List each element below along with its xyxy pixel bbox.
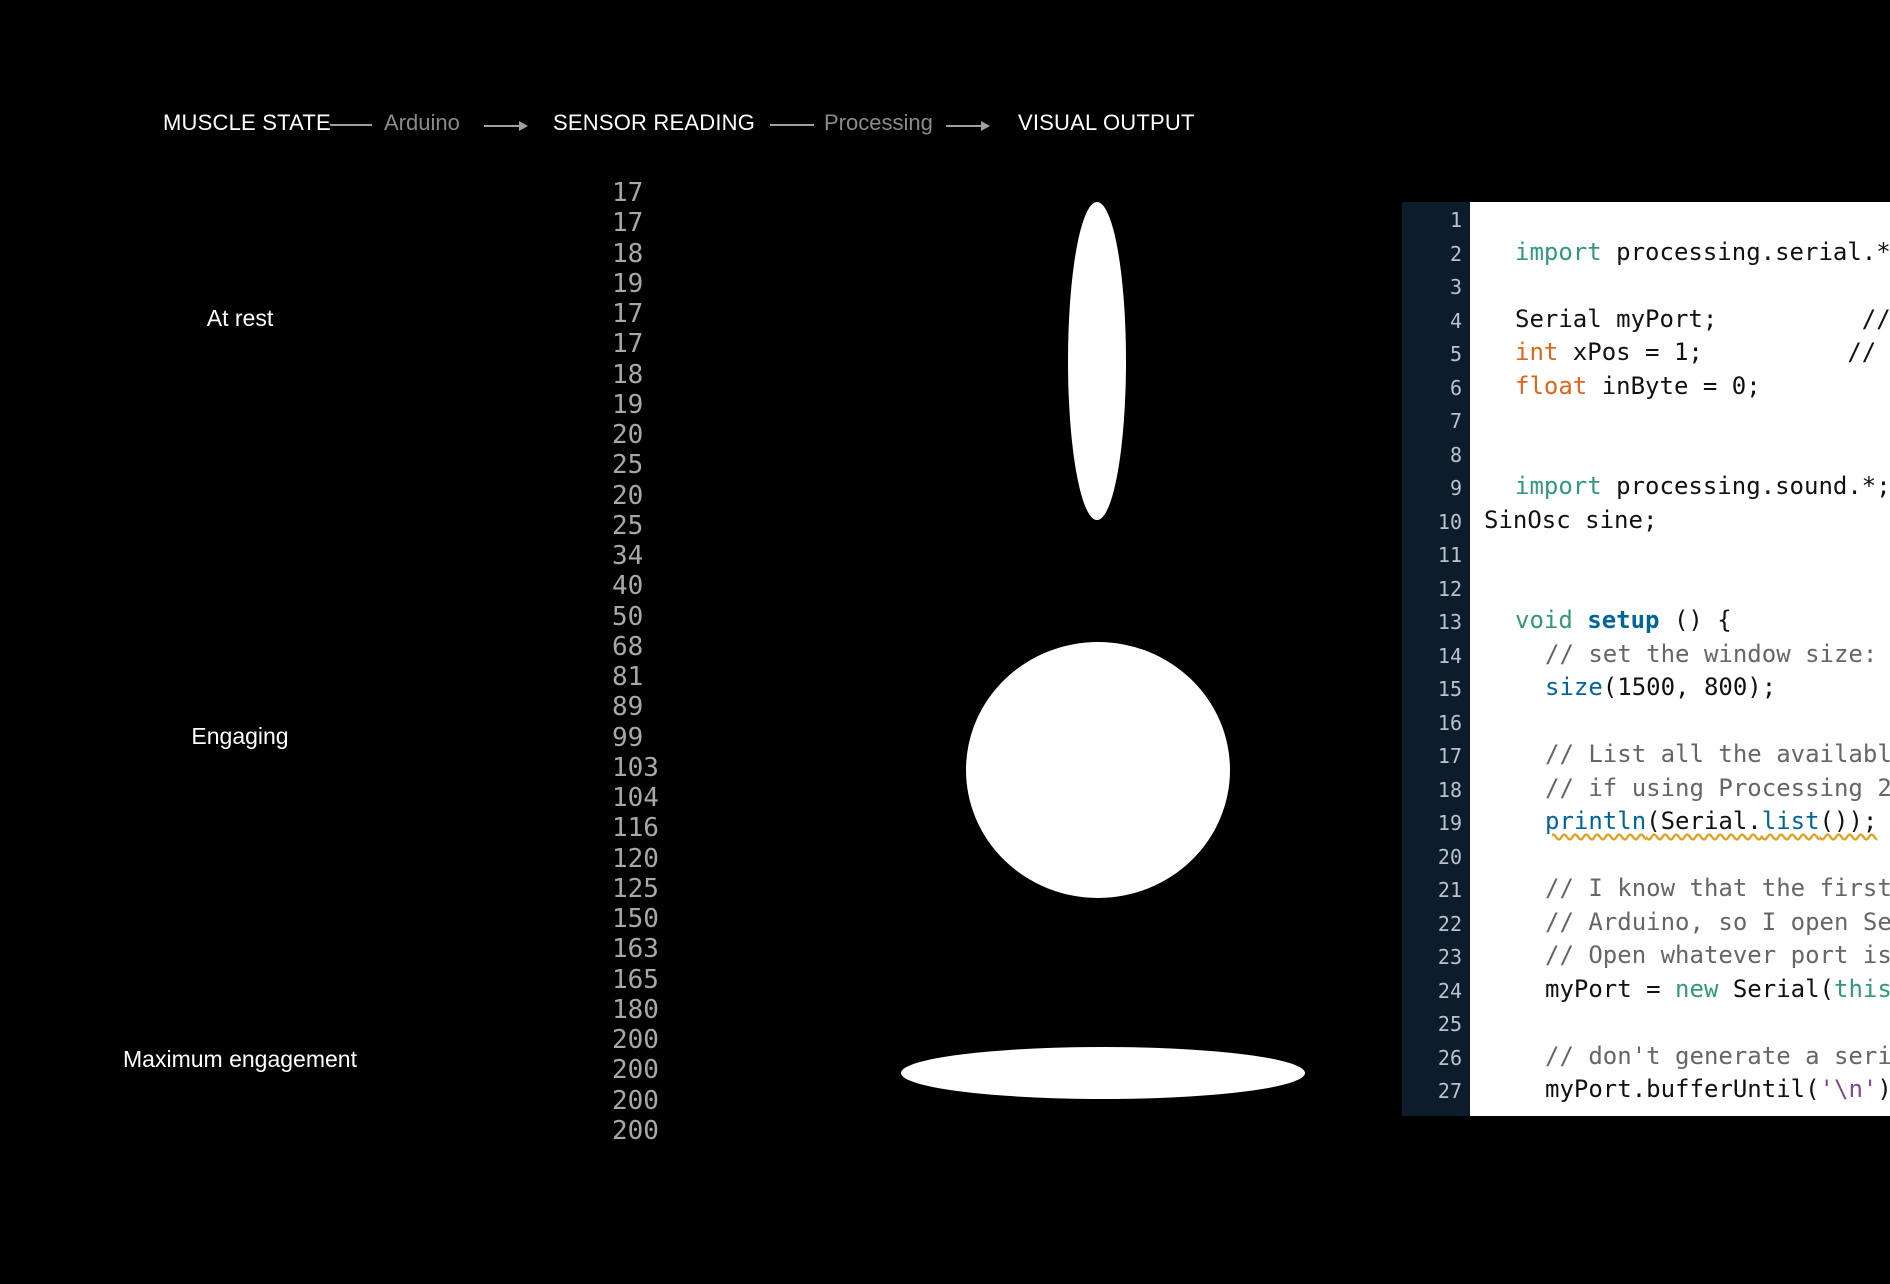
- code-line-26: // don't generate a seri: [1545, 1041, 1890, 1070]
- line-number: 26: [1437, 1045, 1462, 1070]
- line-number: 12: [1437, 576, 1462, 601]
- sensor-value: 116: [612, 813, 659, 844]
- line-number: 20: [1437, 844, 1462, 869]
- line-number: 10: [1437, 509, 1462, 534]
- code-line-4: Serial myPort; // T: [1515, 304, 1890, 333]
- line-number: 11: [1437, 543, 1462, 567]
- sensor-value: 25: [612, 510, 644, 541]
- line-number: 4: [1449, 308, 1462, 333]
- line-number: 3: [1449, 275, 1462, 299]
- sensor-value: 17: [612, 208, 644, 239]
- sensor-value: 68: [612, 631, 644, 662]
- sensor-value: 200: [612, 1055, 659, 1086]
- code-line-14: // set the window size:: [1545, 639, 1878, 668]
- sensor-value: 18: [612, 238, 644, 269]
- line-number: 24: [1437, 978, 1462, 1003]
- sensor-value: 165: [612, 964, 659, 995]
- code-line-19: println(Serial.list());: [1545, 807, 1878, 835]
- sensor-value: 19: [612, 389, 644, 420]
- sensor-value: 20: [612, 480, 644, 511]
- line-number: 1: [1449, 208, 1462, 232]
- code-line-27: myPort.bufferUntil('\n'): [1545, 1075, 1890, 1103]
- line-number: 6: [1449, 375, 1462, 400]
- code-line-10: SinOsc sine;: [1484, 505, 1658, 534]
- state-at-rest: At rest: [206, 305, 274, 331]
- code-line-18: // if using Processing 2: [1545, 773, 1890, 802]
- sensor-value: 17: [612, 299, 644, 329]
- sensor-value: 104: [612, 783, 659, 813]
- sensor-value: 163: [612, 934, 659, 965]
- sensor-value: 34: [612, 541, 644, 571]
- stage-visual-output: VISUAL OUTPUT: [1018, 110, 1195, 135]
- sensor-value: 103: [612, 752, 659, 783]
- sensor-value: 120: [612, 843, 659, 874]
- sensor-value: 40: [612, 571, 644, 602]
- link-arduino: Arduino: [384, 110, 460, 135]
- line-number: 18: [1437, 777, 1462, 802]
- code-editor-panel: 1 2 3 4 5 6 7 8 9 10 11 12 13 14 15 16 17 18 19 20 21 22 23 24 2…: [1402, 202, 1890, 1116]
- sensor-value: 180: [612, 994, 659, 1025]
- sensor-value: 17: [612, 178, 644, 208]
- line-number: 9: [1449, 476, 1462, 500]
- output-shape-engaging: [966, 642, 1230, 898]
- sensor-value: 125: [612, 873, 659, 904]
- code-line-6: float inByte = 0;: [1515, 371, 1761, 400]
- code-line-17: // List all the availabl: [1545, 740, 1890, 768]
- code-line-9: import processing.sound.*;: [1515, 472, 1890, 500]
- stage-sensor-reading: SENSOR READING: [553, 110, 756, 135]
- code-line-15: size(1500, 800);: [1545, 673, 1777, 701]
- line-number: 19: [1437, 811, 1462, 835]
- sensor-value: 200: [612, 1115, 659, 1146]
- line-number: 14: [1437, 643, 1462, 668]
- line-number: 2: [1449, 241, 1462, 266]
- sensor-value: 50: [612, 601, 644, 632]
- state-maximum-engagement: Maximum engagement: [123, 1046, 357, 1072]
- sensor-value: 99: [612, 722, 644, 753]
- sensor-value: 200: [612, 1025, 659, 1055]
- sensor-value: 19: [612, 268, 644, 299]
- state-engaging: Engaging: [191, 723, 289, 749]
- line-number: 16: [1437, 710, 1462, 735]
- stage-muscle-state: MUSCLE STATE: [163, 110, 331, 135]
- sensor-value: 17: [612, 329, 644, 360]
- line-number: 17: [1437, 744, 1462, 768]
- line-number: 22: [1437, 911, 1462, 936]
- line-number: 21: [1437, 878, 1462, 902]
- line-number: 27: [1437, 1079, 1462, 1103]
- sensor-value: 18: [612, 359, 644, 390]
- arrow-right-icon: [946, 121, 990, 131]
- code-line-2: import processing.serial.*: [1515, 237, 1890, 266]
- line-number-gutter: 1 2 3 4 5 6 7 8 9 10 11 12 13 14 15 16 17 18 19 20 21 22 23 24 2…: [1402, 202, 1470, 1116]
- line-number: 13: [1437, 610, 1462, 634]
- sensor-value: 89: [612, 692, 644, 723]
- code-line-13: void setup () {: [1515, 606, 1732, 634]
- line-number: 5: [1449, 342, 1462, 366]
- connector-line: [770, 124, 814, 126]
- code-line-23: // Open whatever port is: [1545, 941, 1890, 969]
- output-shape-maximum: [901, 1047, 1305, 1099]
- code-line-21: // I know that the first: [1545, 874, 1890, 902]
- code-line-22: // Arduino, so I open Se: [1545, 907, 1890, 936]
- link-processing: Processing: [824, 110, 933, 135]
- code-line-24: myPort = new Serial(this: [1545, 974, 1890, 1003]
- sensor-value: 81: [612, 662, 644, 692]
- line-number: 8: [1449, 442, 1462, 467]
- sensor-value: 200: [612, 1085, 659, 1116]
- output-shape-rest: [1068, 202, 1126, 520]
- sensor-value: 25: [612, 450, 644, 481]
- sensor-value: 150: [612, 904, 659, 934]
- line-number: 7: [1449, 409, 1462, 433]
- diagram-canvas: MUSCLE STATE Arduino SENSOR READING Proc…: [0, 0, 1890, 1284]
- line-number: 23: [1437, 945, 1462, 969]
- line-number: 15: [1437, 677, 1462, 701]
- code-line-5: int xPos = 1; // h: [1515, 338, 1890, 366]
- line-number: 25: [1437, 1012, 1462, 1036]
- connector-line: [330, 124, 372, 126]
- arrow-right-icon: [484, 121, 528, 131]
- sensor-value: 20: [612, 420, 644, 450]
